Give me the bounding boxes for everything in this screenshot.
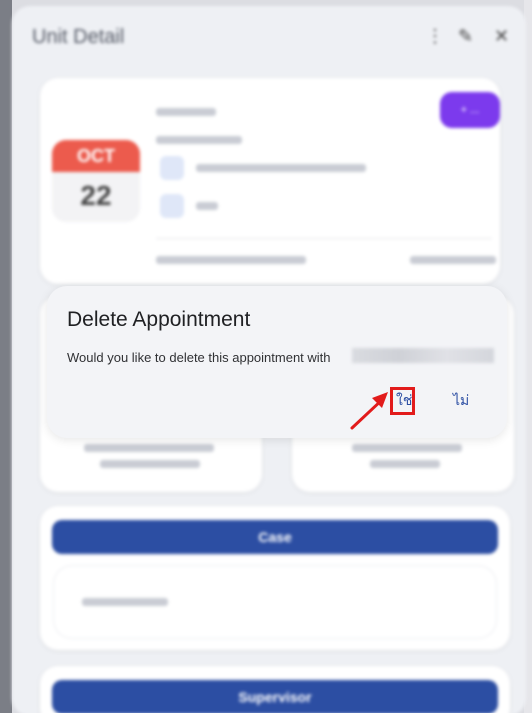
page-title: Unit Detail xyxy=(32,26,125,48)
background-edge-left xyxy=(0,0,12,713)
case-list xyxy=(54,566,496,638)
appointment-type-text xyxy=(156,108,216,116)
annotation-arrow-icon xyxy=(350,392,388,430)
clinic-name-text xyxy=(196,164,366,172)
status-badge[interactable]: + ... xyxy=(440,92,500,128)
case-section: Case xyxy=(40,506,510,650)
sheet-header: Unit Detail ⋮ ✎ ✕ xyxy=(12,6,526,68)
appointment-subtype-text xyxy=(156,136,242,144)
dialog-title: Delete Appointment xyxy=(67,308,251,331)
redacted-patient-name xyxy=(352,348,494,363)
no-button[interactable]: ไม่ xyxy=(453,390,469,412)
case-header-button[interactable]: Case xyxy=(52,520,498,554)
calendar-day: 22 xyxy=(80,180,112,211)
close-icon[interactable]: ✕ xyxy=(494,26,509,47)
dialog-message: Would you like to delete this appointmen… xyxy=(67,350,331,365)
room-text xyxy=(196,202,218,210)
person-right-line2 xyxy=(370,460,440,468)
doctor-icon xyxy=(160,194,184,218)
card-divider xyxy=(156,238,492,239)
yes-button[interactable]: ใช่ xyxy=(396,390,412,412)
supervisor-section: Supervisor xyxy=(40,666,510,713)
pencil-icon[interactable]: ✎ xyxy=(458,26,473,47)
appointment-card[interactable]: OCT 22 + ... xyxy=(40,78,500,284)
clinic-icon xyxy=(160,156,184,180)
calendar-month: OCT xyxy=(52,140,140,172)
person-left-line2 xyxy=(100,460,200,468)
date-text xyxy=(156,256,306,264)
time-text xyxy=(410,256,496,264)
person-left-line1 xyxy=(84,444,214,452)
calendar-date: OCT 22 xyxy=(52,140,140,222)
delete-appointment-dialog: Delete Appointment Would you like to del… xyxy=(47,286,507,438)
case-item[interactable] xyxy=(82,598,168,606)
supervisor-header-button[interactable]: Supervisor xyxy=(52,680,498,713)
more-vertical-icon[interactable]: ⋮ xyxy=(426,26,444,47)
person-right-line1 xyxy=(352,444,462,452)
